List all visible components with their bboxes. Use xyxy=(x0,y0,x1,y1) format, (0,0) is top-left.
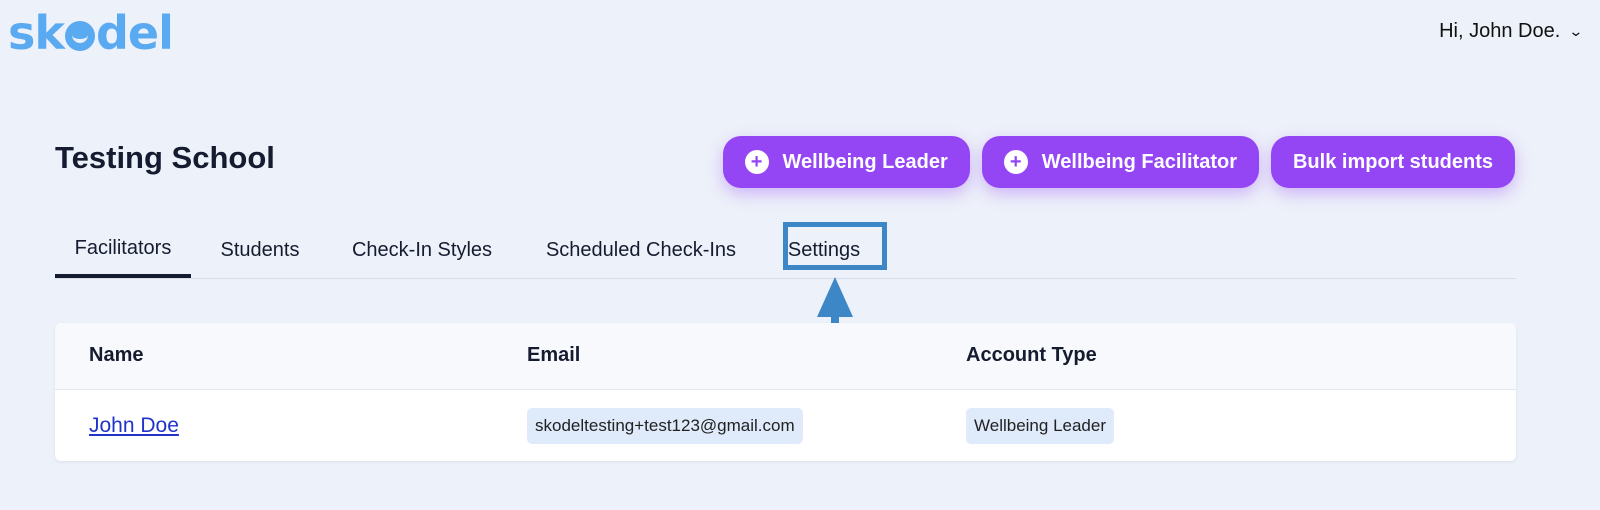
column-header-email: Email xyxy=(527,344,581,366)
plus-circle-icon: + xyxy=(1003,150,1028,174)
button-label: Wellbeing Leader xyxy=(782,150,948,173)
page-title: Testing School xyxy=(55,140,275,175)
facilitators-table: Name Email Account Type John Doe skodelt… xyxy=(55,323,1516,461)
settings-highlight-box xyxy=(783,222,887,270)
tab-students[interactable]: Students xyxy=(191,222,329,278)
button-label: Bulk import students xyxy=(1292,150,1493,173)
action-buttons: + Wellbeing Leader + Wellbeing Facilitat… xyxy=(722,136,1515,188)
tab-scheduled-check-ins[interactable]: Scheduled Check-Ins xyxy=(515,222,767,278)
top-bar: sk del Hi, John Doe. ⌄ xyxy=(0,0,1600,80)
column-header-account-type: Account Type xyxy=(966,344,1097,366)
button-label: Wellbeing Facilitator xyxy=(1041,150,1237,173)
column-header-name: Name xyxy=(89,344,144,366)
table-row: John Doe skodeltesting+test123@gmail.com… xyxy=(55,390,1516,461)
tab-facilitators[interactable]: Facilitators xyxy=(55,222,191,278)
add-wellbeing-facilitator-button[interactable]: + Wellbeing Facilitator xyxy=(981,136,1259,188)
plus-circle-icon: + xyxy=(744,150,769,174)
logo-text-left: sk xyxy=(8,6,65,60)
chevron-down-icon: ⌄ xyxy=(1568,23,1584,39)
facilitator-name-link[interactable]: John Doe xyxy=(89,414,179,438)
skodel-logo[interactable]: sk del xyxy=(8,6,174,60)
user-menu[interactable]: Hi, John Doe. ⌄ xyxy=(1439,20,1584,43)
smile-icon xyxy=(64,21,95,51)
table-header: Name Email Account Type xyxy=(55,323,1516,390)
add-wellbeing-leader-button[interactable]: + Wellbeing Leader xyxy=(722,136,970,188)
logo-text-right: del xyxy=(95,6,174,60)
email-chip: skodeltesting+test123@gmail.com xyxy=(527,408,803,444)
account-type-badge: Wellbeing Leader xyxy=(966,408,1114,444)
bulk-import-students-button[interactable]: Bulk import students xyxy=(1270,136,1515,188)
tab-check-in-styles[interactable]: Check-In Styles xyxy=(329,222,515,278)
user-greeting: Hi, John Doe. xyxy=(1439,20,1561,42)
